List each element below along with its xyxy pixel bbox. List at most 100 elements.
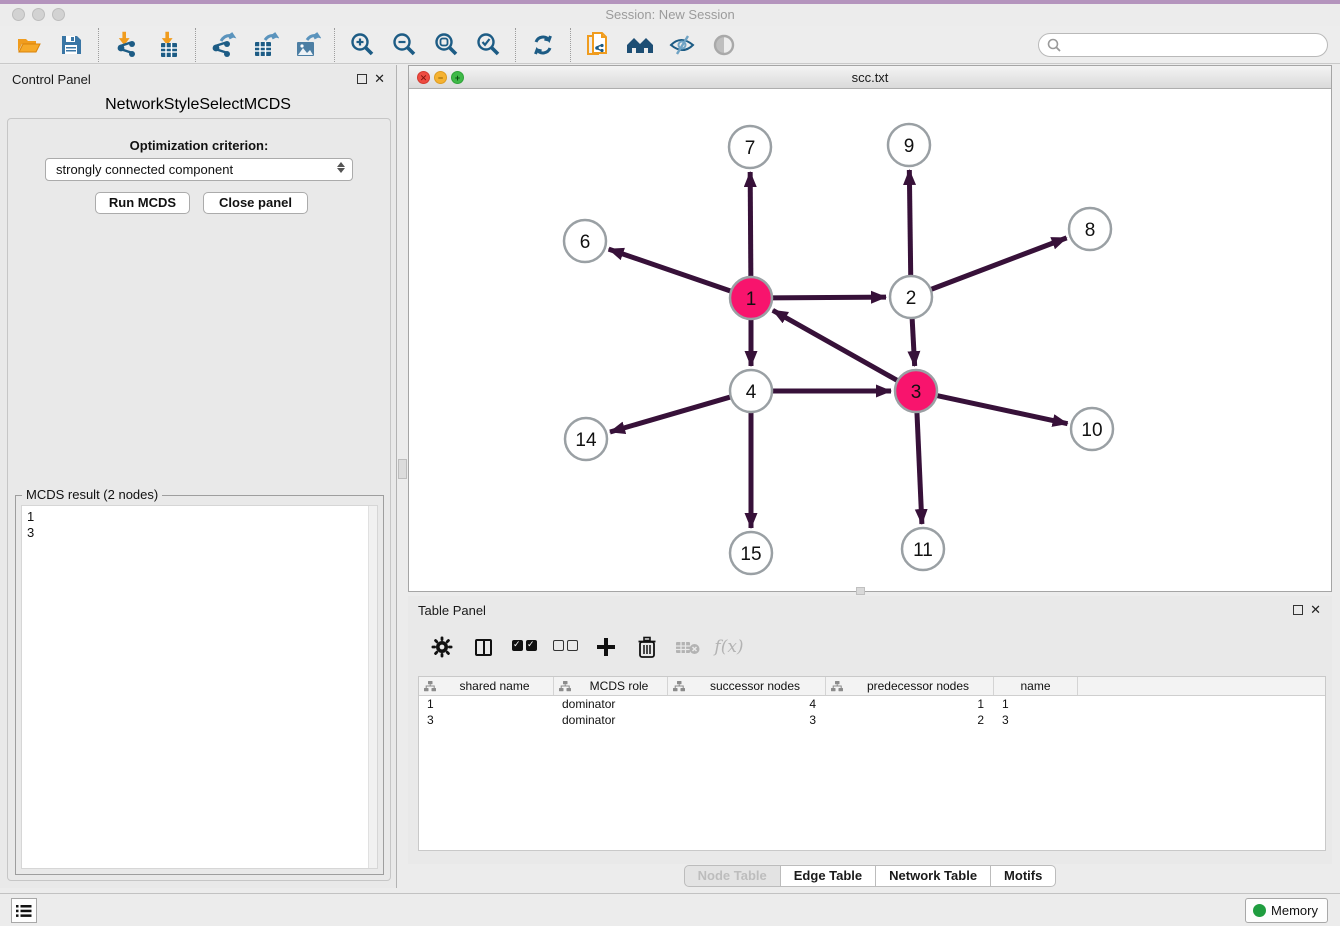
zoom-in-button[interactable] <box>345 29 379 61</box>
network-view-window: ✕ − + scc.txt 1234678910111415 <box>408 65 1332 592</box>
import-network-button[interactable] <box>109 29 143 61</box>
criterion-dropdown[interactable]: strongly connected component <box>45 158 353 181</box>
main-titlebar: Session: New Session <box>0 4 1340 26</box>
table-panel-title: Table Panel <box>418 603 486 618</box>
hide-details-button[interactable] <box>665 29 699 61</box>
edge-3-10[interactable] <box>935 395 1068 424</box>
column-visibility-button[interactable] <box>467 632 499 662</box>
open-file-button[interactable] <box>12 29 46 61</box>
column-header-successor-nodes[interactable]: successor nodes <box>668 677 826 695</box>
tab-style[interactable]: Style <box>164 96 200 114</box>
add-column-icon <box>595 636 617 658</box>
tab-node-table[interactable]: Node Table <box>684 865 781 887</box>
table-cell[interactable]: 1 <box>419 696 554 712</box>
edge-1-2[interactable] <box>770 297 886 298</box>
select-all-button[interactable] <box>508 632 540 662</box>
zoom-fit-button[interactable] <box>429 29 463 61</box>
add-column-button[interactable] <box>590 632 622 662</box>
edge-2-9[interactable] <box>909 170 910 278</box>
export-network-button[interactable] <box>206 29 240 61</box>
horizontal-splitter-handle[interactable] <box>856 587 865 595</box>
edge-2-8[interactable] <box>929 238 1067 290</box>
float-panel-icon[interactable] <box>1293 605 1303 615</box>
tab-select[interactable]: Select <box>199 96 243 114</box>
export-table-button[interactable] <box>248 29 282 61</box>
table-cell[interactable]: 3 <box>668 712 826 728</box>
table-cell[interactable]: dominator <box>554 712 668 728</box>
node-label-2: 2 <box>906 288 917 309</box>
tab-motifs[interactable]: Motifs <box>991 865 1056 887</box>
column-header-label: shared name <box>436 679 553 693</box>
close-panel-button[interactable]: Close panel <box>203 192 308 214</box>
scrollbar[interactable] <box>368 506 377 868</box>
node-label-14: 14 <box>575 430 597 451</box>
memory-button[interactable]: Memory <box>1245 898 1328 923</box>
edge-1-6[interactable] <box>609 249 733 292</box>
close-panel-icon[interactable]: ✕ <box>1310 602 1321 618</box>
cybrowser-button[interactable] <box>623 29 657 61</box>
edge-3-11[interactable] <box>917 410 922 524</box>
toolbar-separator <box>570 28 571 62</box>
column-header-shared-name[interactable]: shared name <box>419 677 554 695</box>
edge-2-3[interactable] <box>912 316 915 366</box>
column-header-name[interactable]: name <box>994 677 1078 695</box>
show-graphics-icon <box>711 32 737 58</box>
zoom-out-button[interactable] <box>387 29 421 61</box>
control-panel-tabs: NetworkStyleSelectMCDS <box>0 96 396 114</box>
delete-button[interactable] <box>631 632 663 662</box>
node-table[interactable]: shared nameMCDS role successor nodesprede… <box>418 676 1326 851</box>
table-row[interactable]: 1dominator411 <box>419 696 1325 712</box>
function-builder-button: f(x) <box>713 632 745 662</box>
deselect-all-button[interactable] <box>549 632 581 662</box>
tab-network[interactable]: Network <box>105 96 164 114</box>
export-image-icon <box>293 31 321 59</box>
column-header-MCDS-role[interactable]: MCDS role <box>554 677 668 695</box>
zoom-out-icon <box>391 32 417 58</box>
mcds-tab-content: Optimization criterion: strongly connect… <box>7 118 391 881</box>
table-cell[interactable]: 3 <box>419 712 554 728</box>
settings-gear-button[interactable] <box>426 632 458 662</box>
edge-4-14[interactable] <box>610 396 733 432</box>
settings-gear-icon <box>430 635 454 659</box>
network-graph: 1234678910111415 <box>409 89 1331 592</box>
deselect-all-icon <box>553 638 578 656</box>
zoom-selected-button[interactable] <box>471 29 505 61</box>
export-image-button[interactable] <box>290 29 324 61</box>
table-row[interactable]: 3dominator323 <box>419 712 1325 728</box>
task-list-icon <box>16 904 32 918</box>
table-cell[interactable]: 1 <box>826 696 994 712</box>
table-cell[interactable]: 2 <box>826 712 994 728</box>
refresh-button[interactable] <box>526 29 560 61</box>
table-cell[interactable]: 4 <box>668 696 826 712</box>
table-cell[interactable]: 3 <box>994 712 1078 728</box>
network-canvas[interactable]: 1234678910111415 <box>409 89 1331 591</box>
column-header-predecessor-nodes[interactable]: predecessor nodes <box>826 677 994 695</box>
import-table-button[interactable] <box>151 29 185 61</box>
network-window-titlebar[interactable]: ✕ − + scc.txt <box>409 66 1331 89</box>
export-network-icon <box>209 31 237 59</box>
run-mcds-button[interactable]: Run MCDS <box>95 192 190 214</box>
edge-1-7[interactable] <box>750 172 751 279</box>
show-graphics-button[interactable] <box>707 29 741 61</box>
table-toolbar: f(x) <box>418 626 1322 668</box>
save-session-button[interactable] <box>54 29 88 61</box>
vertical-splitter-handle[interactable] <box>398 459 407 479</box>
delete-table-button <box>672 632 704 662</box>
close-panel-icon[interactable]: ✕ <box>374 71 385 87</box>
table-cell[interactable]: dominator <box>554 696 668 712</box>
table-cell[interactable]: 1 <box>994 696 1078 712</box>
edge-3-1[interactable] <box>773 310 900 381</box>
search-input[interactable] <box>1062 36 1327 54</box>
mcds-result-list[interactable]: 13 <box>21 505 378 869</box>
task-history-button[interactable] <box>11 898 37 923</box>
criterion-value: strongly connected component <box>56 162 233 177</box>
network-file-button[interactable] <box>581 29 615 61</box>
application-window: Session: New Session <box>0 0 1340 926</box>
zoom-in-icon <box>349 32 375 58</box>
import-table-icon <box>155 31 181 59</box>
tab-edge-table[interactable]: Edge Table <box>781 865 876 887</box>
float-panel-icon[interactable] <box>357 74 367 84</box>
column-header-label: successor nodes <box>685 679 825 693</box>
tab-network-table[interactable]: Network Table <box>876 865 991 887</box>
tab-mcds[interactable]: MCDS <box>244 96 291 114</box>
